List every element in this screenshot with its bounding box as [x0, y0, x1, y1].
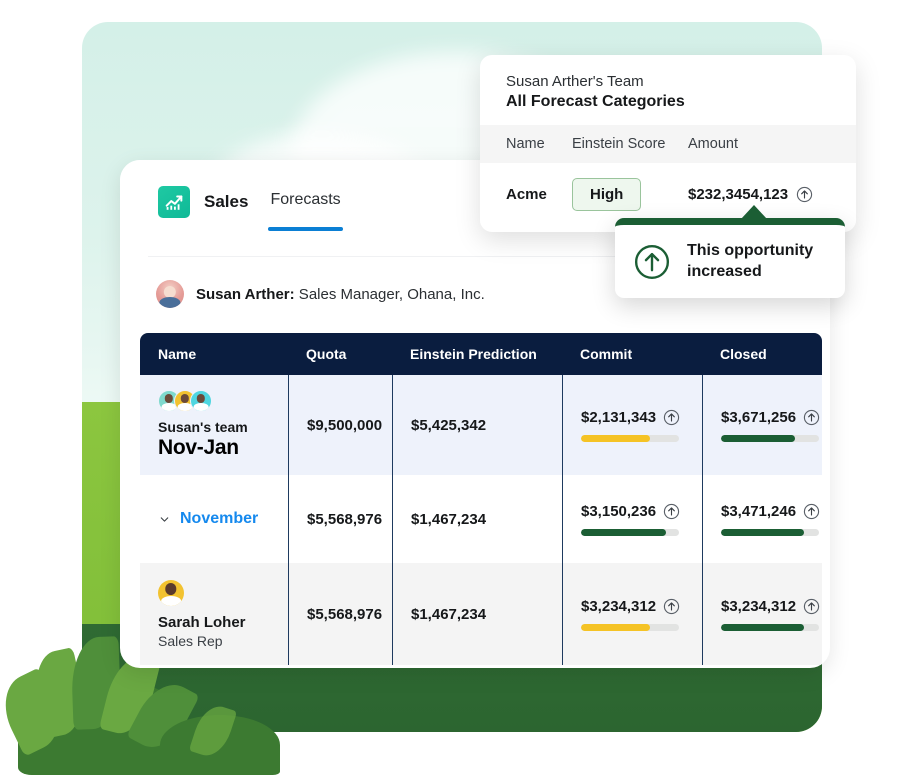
panel-col-amount: Amount: [688, 136, 738, 152]
tooltip-line-2: increased: [687, 262, 813, 282]
column-header-einstein: Einstein Prediction: [392, 346, 562, 362]
row-closed-cell: $3,471,246: [702, 475, 822, 563]
team-label: Susan's team: [158, 419, 288, 435]
tooltip-line-1: This opportunity: [687, 241, 813, 261]
expand-month-link[interactable]: November: [158, 510, 288, 528]
arrow-up-circle-icon: [663, 598, 680, 615]
column-header-commit: Commit: [562, 346, 702, 362]
table-row[interactable]: November $5,568,976 $1,467,234 $3,150,23…: [140, 475, 822, 563]
quota-value: $5,568,976: [307, 511, 392, 528]
opportunity-amount-cell: $232,3454,123: [688, 186, 813, 203]
arrow-up-circle-icon: [803, 503, 820, 520]
panel-title: All Forecast Categories: [506, 93, 856, 111]
user-role: Sales Manager, Ohana, Inc.: [295, 286, 485, 303]
commit-progress-bar: [581, 435, 679, 442]
opportunity-name: Acme: [506, 186, 572, 203]
closed-amount: $3,234,312: [721, 598, 796, 615]
row-name-cell: Sarah Loher Sales Rep: [140, 563, 288, 665]
row-quota-cell: $5,568,976: [288, 475, 392, 563]
commit-progress-bar: [581, 624, 679, 631]
row-quota-cell: $9,500,000: [288, 375, 392, 475]
arrow-up-circle-icon: [803, 598, 820, 615]
user-name: Susan Arther:: [196, 286, 295, 303]
forecast-table: Name Quota Einstein Prediction Commit Cl…: [140, 333, 822, 665]
team-member-avatar: [190, 390, 212, 412]
panel-col-score: Einstein Score: [572, 136, 688, 152]
arrow-up-circle-icon: [663, 503, 680, 520]
row-name-cell: November: [140, 475, 288, 563]
einstein-score-cell: High: [572, 178, 688, 211]
row-commit-cell: $3,234,312: [562, 563, 702, 665]
closed-amount: $3,671,256: [721, 409, 796, 426]
einstein-score-badge: High: [572, 178, 641, 211]
panel-opportunity-row[interactable]: Acme High $232,3454,123: [480, 163, 856, 225]
column-header-closed: Closed: [702, 346, 822, 362]
row-closed-cell: $3,234,312: [702, 563, 822, 665]
team-avatar-group: [158, 390, 288, 412]
quota-value: $5,568,976: [307, 606, 392, 623]
einstein-value: $1,467,234: [411, 606, 562, 623]
forecast-categories-panel: Susan Arther's Team All Forecast Categor…: [480, 55, 856, 232]
user-label: Susan Arther: Sales Manager, Ohana, Inc.: [196, 286, 485, 303]
commit-progress-bar: [581, 529, 679, 536]
rep-role: Sales Rep: [158, 633, 288, 649]
arrow-up-circle-icon: [663, 409, 680, 426]
tab-forecasts[interactable]: Forecasts: [270, 191, 340, 213]
arrow-up-circle-icon[interactable]: [796, 186, 813, 203]
opportunity-amount: $232,3454,123: [688, 186, 788, 203]
commit-amount: $3,150,236: [581, 503, 656, 520]
closed-progress-bar: [721, 435, 819, 442]
quota-value: $9,500,000: [307, 417, 392, 434]
closed-amount: $3,471,246: [721, 503, 796, 520]
app-brand-label: Sales: [204, 192, 248, 212]
row-commit-cell: $2,131,343: [562, 375, 702, 475]
closed-progress-bar: [721, 529, 819, 536]
commit-amount: $3,234,312: [581, 598, 656, 615]
table-row[interactable]: Susan's team Nov-Jan $9,500,000 $5,425,3…: [140, 375, 822, 475]
row-einstein-cell: $1,467,234: [392, 475, 562, 563]
user-avatar: [156, 280, 184, 308]
column-header-name: Name: [140, 346, 288, 362]
row-closed-cell: $3,671,256: [702, 375, 822, 475]
panel-column-headers: Name Einstein Score Amount: [480, 125, 856, 163]
trend-chart-icon: [158, 186, 190, 218]
screenshot-root: Sales Forecasts Susan Arther: Sales Mana…: [0, 0, 900, 775]
row-einstein-cell: $1,467,234: [392, 563, 562, 665]
row-einstein-cell: $5,425,342: [392, 375, 562, 475]
chevron-down-icon: [158, 513, 171, 526]
panel-col-name: Name: [506, 136, 572, 152]
panel-team-label: Susan Arther's Team: [506, 73, 856, 90]
team-period: Nov-Jan: [158, 436, 288, 460]
opportunity-tooltip: This opportunity increased: [615, 218, 845, 298]
einstein-value: $5,425,342: [411, 417, 562, 434]
closed-progress-bar: [721, 624, 819, 631]
table-header-row: Name Quota Einstein Prediction Commit Cl…: [140, 333, 822, 375]
panel-header: Susan Arther's Team All Forecast Categor…: [480, 55, 856, 125]
row-quota-cell: $5,568,976: [288, 563, 392, 665]
row-name-cell: Susan's team Nov-Jan: [140, 375, 288, 475]
row-commit-cell: $3,150,236: [562, 475, 702, 563]
arrow-up-circle-icon: [633, 243, 671, 281]
rep-name: Sarah Loher: [158, 614, 288, 631]
commit-amount: $2,131,343: [581, 409, 656, 426]
arrow-up-circle-icon: [803, 409, 820, 426]
month-label: November: [180, 510, 258, 528]
tooltip-text: This opportunity increased: [687, 241, 813, 282]
table-row[interactable]: Sarah Loher Sales Rep $5,568,976 $1,467,…: [140, 563, 822, 665]
einstein-value: $1,467,234: [411, 511, 562, 528]
rep-avatar: [158, 580, 184, 606]
column-header-quota: Quota: [288, 346, 392, 362]
